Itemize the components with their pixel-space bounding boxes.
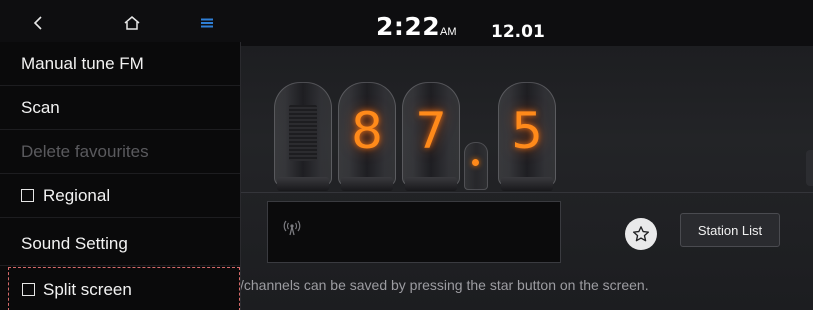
menu-item-label: Delete favourites xyxy=(21,142,149,161)
tube-base xyxy=(501,177,553,191)
menu-item-label: Scan xyxy=(21,98,60,117)
divider xyxy=(240,192,813,193)
split-screen-checkbox[interactable] xyxy=(22,283,35,296)
menu-item-label: Regional xyxy=(43,186,111,205)
frequency-display: 8 7 5 xyxy=(268,72,568,192)
clock-time: 2:22 xyxy=(376,12,441,41)
nixie-tube-empty xyxy=(274,82,332,191)
right-panel-handle[interactable] xyxy=(806,150,813,186)
regional-checkbox[interactable] xyxy=(21,189,34,202)
tube-base xyxy=(277,177,329,191)
tube-filament xyxy=(289,105,317,161)
menu-item-regional[interactable]: Regional xyxy=(0,174,240,218)
home-button[interactable] xyxy=(112,8,152,38)
nixie-tube: 7 xyxy=(402,82,460,191)
favourites-hint: /channels can be saved by pressing the s… xyxy=(240,277,649,293)
clock-ampm: AM xyxy=(440,26,457,38)
menu-item-split-screen[interactable]: Split screen xyxy=(8,267,240,310)
decimal-point xyxy=(472,159,479,166)
menu-icon xyxy=(201,18,213,28)
back-button[interactable] xyxy=(18,8,58,38)
favourite-button[interactable] xyxy=(625,218,657,250)
menu-item-sound-setting[interactable]: Sound Setting xyxy=(0,222,240,266)
radio-screen: 2:22 AM 12.01 8 7 5 Station List /channe… xyxy=(0,0,813,310)
nixie-tube: 8 xyxy=(338,82,396,191)
status-bar: 2:22 AM 12.01 xyxy=(0,0,813,46)
home-icon xyxy=(124,16,140,30)
station-info-box xyxy=(267,201,561,263)
chevron-left-icon xyxy=(33,16,42,30)
tube-base xyxy=(341,177,393,191)
menu-item-manual-tune-fm[interactable]: Manual tune FM xyxy=(0,42,240,86)
star-icon xyxy=(632,226,650,242)
menu-item-label: Split screen xyxy=(43,280,132,299)
menu-item-scan[interactable]: Scan xyxy=(0,86,240,130)
station-list-button[interactable]: Station List xyxy=(680,213,780,247)
decimal-point-tube xyxy=(464,142,488,190)
menu-item-delete-favourites: Delete favourites xyxy=(0,130,240,174)
menu-edge xyxy=(240,42,241,310)
date: 12.01 xyxy=(491,22,545,42)
nixie-tube: 5 xyxy=(498,82,556,191)
frequency-digit: 8 xyxy=(351,102,383,160)
menu-button[interactable] xyxy=(187,8,227,38)
options-menu: Manual tune FM Scan Delete favourites Re… xyxy=(0,42,240,310)
frequency-digit: 5 xyxy=(511,102,543,160)
tube-base xyxy=(405,177,457,191)
menu-item-label: Sound Setting xyxy=(21,234,128,253)
menu-item-label: Manual tune FM xyxy=(21,54,144,73)
broadcast-signal-icon xyxy=(283,220,301,236)
frequency-digit: 7 xyxy=(415,102,447,160)
